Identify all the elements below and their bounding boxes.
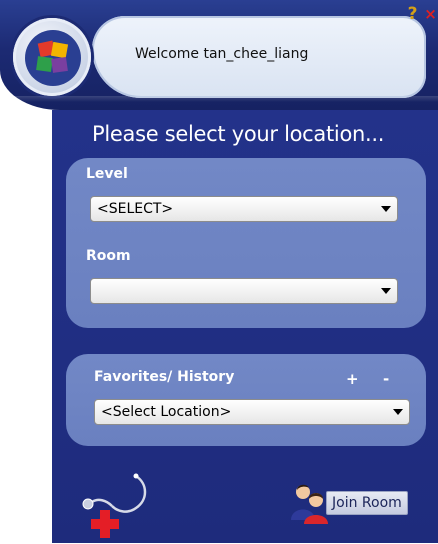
favorites-select[interactable]: <Select Location> xyxy=(94,399,410,425)
chevron-down-icon xyxy=(381,288,391,294)
favorites-select-value: <Select Location> xyxy=(101,404,232,420)
join-room-button[interactable]: Join Room xyxy=(288,480,422,524)
app-logo-icon xyxy=(25,30,81,86)
help-icon[interactable]: ? xyxy=(405,4,420,24)
add-favorite-button[interactable]: + xyxy=(346,370,359,388)
room-select[interactable] xyxy=(90,278,398,304)
chevron-down-icon xyxy=(393,409,403,415)
welcome-text: Welcome tan_chee_liang xyxy=(135,46,309,62)
location-card: Level <SELECT> Room xyxy=(66,158,426,328)
stethoscope-cross-graphic xyxy=(82,473,147,538)
join-room-label[interactable]: Join Room xyxy=(326,491,408,515)
level-select-value: <SELECT> xyxy=(97,201,174,217)
remove-favorite-button[interactable]: - xyxy=(383,370,389,388)
panel-title: Please select your location... xyxy=(92,122,385,146)
favorites-label: Favorites/ History xyxy=(94,369,235,385)
favorites-card: Favorites/ History + - <Select Location> xyxy=(66,354,426,446)
level-label: Level xyxy=(86,166,128,182)
stethoscope-cross-icon[interactable] xyxy=(78,470,156,540)
close-icon[interactable]: × xyxy=(423,4,438,24)
app-logo-graphic xyxy=(36,40,69,73)
chevron-down-icon xyxy=(381,206,391,212)
header-bar: Welcome tan_chee_liang ? × xyxy=(0,0,438,110)
room-label: Room xyxy=(86,248,131,264)
location-panel: Please select your location... Level <SE… xyxy=(52,110,438,543)
level-select[interactable]: <SELECT> xyxy=(90,196,398,222)
